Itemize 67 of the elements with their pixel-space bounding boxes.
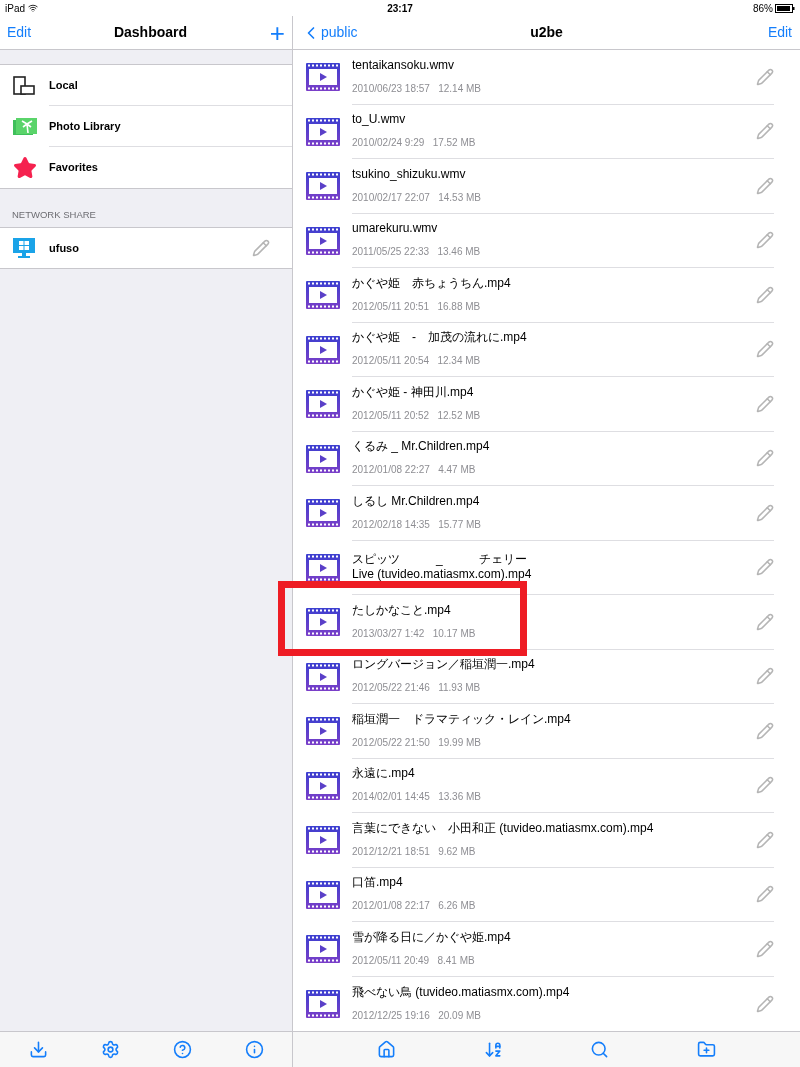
file-info: 2012/05/11 20:54 12.34 MB (352, 354, 482, 369)
file-name: to_U.wmv (352, 112, 407, 128)
file-row[interactable]: 飛べない鳥 (tuvideo.matiasmx.com).mp4 2012/12/25 19:16 20.09 MB (293, 976, 800, 1031)
sidebar-item[interactable]: Favorites (0, 147, 292, 188)
file-name: 雪が降る日に／かぐや姫.mp4 (352, 929, 512, 945)
file-name: かぐや姫 赤ちょうちん.mp4 (352, 275, 512, 291)
file-row[interactable]: 永遠に.mp4 2014/02/01 14:45 13.36 MB (293, 758, 800, 813)
panel-title: Dashboard (112, 23, 189, 42)
file-row[interactable]: tentaikansoku.wmv 2010/06/23 18:57 12.14 MB (293, 50, 800, 105)
file-name: しるし Mr.Children.mp4 (352, 493, 481, 509)
file-row[interactable]: 稲垣潤一 ドラマティック・レイン.mp4 2012/05/22 21:50 19.99 MB (293, 704, 800, 759)
file-info: 2012/05/11 20:52 12.52 MB (352, 408, 482, 423)
file-row[interactable]: umarekuru.wmv 2011/05/25 22:33 13.46 MB (293, 213, 800, 268)
file-name: 口笛.mp4 (352, 875, 404, 891)
file-name: tsukino_shizuku.wmv (352, 166, 467, 182)
file-info: 2012/05/11 20:51 16.88 MB (352, 299, 482, 314)
file-name: たしかなこと.mp4 (352, 602, 452, 618)
file-name: 永遠に.mp4 (352, 766, 416, 782)
file-row[interactable]: 雪が降る日に／かぐや姫.mp4 2012/05/11 20:49 8.41 MB (293, 922, 800, 977)
file-info: 2011/05/25 22:33 13.46 MB (352, 245, 482, 260)
file-row[interactable]: しるし Mr.Children.mp4 2012/02/18 14:35 15.77 MB (293, 486, 800, 541)
file-name: かぐや姫 - 加茂の流れに.mp4 (352, 330, 528, 346)
file-name: くるみ _ Mr.Children.mp4 (352, 439, 491, 455)
sidebar-item[interactable]: Photo Library (0, 106, 292, 147)
file-row[interactable]: 口笛.mp4 2012/01/08 22:17 6.26 MB (293, 867, 800, 922)
file-info: 2013/03/27 1:42 10.17 MB (352, 626, 477, 641)
file-row[interactable]: tsukino_shizuku.wmv 2010/02/17 22:07 14.53 MB (293, 159, 800, 214)
file-row[interactable]: 言葉にできない 小田和正 (tuvideo.matiasmx.com).mp4 2012/12/21 18:51 9.62 MB (293, 813, 800, 868)
file-info: 2010/02/17 22:07 14.53 MB (352, 190, 482, 205)
file-info: 2010/06/23 18:57 12.14 MB (352, 81, 482, 96)
file-info: 2012/05/11 20:49 8.41 MB (352, 953, 476, 968)
section-header: NETWORK SHARE (12, 207, 96, 222)
edit-button[interactable]: Edit (767, 22, 792, 43)
file-name: スピッツ _ チェリー Live (tuvideo.matiasmx.com).mp4 (352, 552, 533, 583)
file-row[interactable]: くるみ _ Mr.Children.mp4 2012/01/08 22:27 4.47 MB (293, 431, 800, 486)
file-info: 2010/02/24 9:29 17.52 MB (352, 136, 477, 151)
edit-button[interactable]: Edit (7, 22, 32, 43)
device-name: iPad (5, 1, 25, 16)
file-info: 2012/02/18 14:35 15.77 MB (352, 517, 482, 532)
file-name: 飛べない鳥 (tuvideo.matiasmx.com).mp4 (352, 984, 571, 1000)
file-row[interactable]: かぐや姫 - 加茂の流れに.mp4 2012/05/11 20:54 12.34 MB (293, 322, 800, 377)
file-name: 稲垣潤一 ドラマティック・レイン.mp4 (352, 711, 572, 727)
back-button[interactable]: public (301, 22, 358, 43)
file-row[interactable]: ロングバージョン／稲垣潤一.mp4 2012/05/22 21:46 11.93 MB (293, 649, 800, 704)
file-name: umarekuru.wmv (352, 221, 439, 237)
file-row[interactable]: to_U.wmv 2010/02/24 9:29 17.52 MB (293, 104, 800, 159)
file-name: かぐや姫 - 神田川.mp4 (352, 384, 475, 400)
file-info: 2012/12/21 18:51 9.62 MB (352, 844, 477, 859)
file-name: ロングバージョン／稲垣潤一.mp4 (352, 657, 536, 673)
file-name: tentaikansoku.wmv (352, 57, 456, 73)
file-name: 言葉にできない 小田和正 (tuvideo.matiasmx.com).mp4 (352, 820, 655, 836)
file-row[interactable]: スピッツ _ チェリー Live (tuvideo.matiasmx.com).mp4 (293, 540, 800, 595)
file-info: 2012/01/08 22:17 6.26 MB (352, 899, 477, 914)
file-info: 2012/05/22 21:46 11.93 MB (352, 681, 482, 696)
clock-time: 23:17 (387, 1, 413, 16)
file-row[interactable]: かぐや姫 - 神田川.mp4 2012/05/11 20:52 12.52 MB (293, 377, 800, 432)
battery-percent: 86% (753, 1, 773, 16)
file-info: 2012/12/25 19:16 20.09 MB (352, 1008, 482, 1023)
add-button[interactable]: + (269, 19, 285, 46)
file-info: 2012/01/08 22:27 4.47 MB (352, 463, 477, 478)
sidebar-item[interactable]: Local (0, 65, 292, 106)
file-info: 2012/05/22 21:50 19.99 MB (352, 735, 482, 750)
file-info: 2014/02/01 14:45 13.36 MB (352, 790, 482, 805)
file-row[interactable]: かぐや姫 赤ちょうちん.mp4 2012/05/11 20:51 16.88 MB (293, 268, 800, 323)
network-share-item[interactable]: ufuso (0, 228, 292, 268)
file-row[interactable]: たしかなこと.mp4 2013/03/27 1:42 10.17 MB (293, 595, 800, 650)
folder-title: u2be (530, 23, 563, 42)
